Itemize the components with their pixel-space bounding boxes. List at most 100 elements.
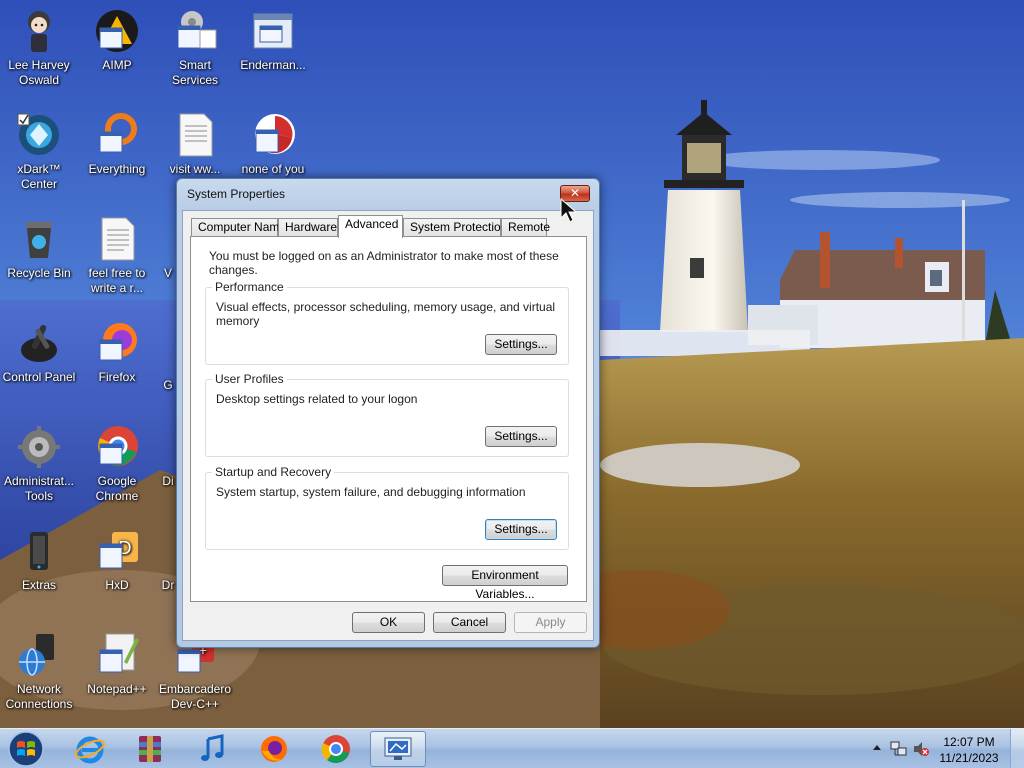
text-document-icon xyxy=(172,112,218,158)
desktop-icon-administrative-tools[interactable]: Administrat... Tools xyxy=(0,424,78,504)
desktop-icon-label: Administrat... Tools xyxy=(3,474,75,503)
group-title: Startup and Recovery xyxy=(212,465,335,479)
admin-notice: You must be logged on as an Administrato… xyxy=(209,249,559,277)
startup-recovery-settings-button[interactable]: Settings... xyxy=(485,519,557,540)
taskbar-music[interactable] xyxy=(184,731,240,767)
desktop-icon-visit[interactable]: visit ww... xyxy=(156,112,234,177)
performance-settings-button[interactable]: Settings... xyxy=(485,334,557,355)
desktop-icon-network-connections[interactable]: Network Connections xyxy=(0,632,78,712)
internet-explorer-icon xyxy=(75,736,105,764)
everything-search-icon xyxy=(94,112,140,158)
desktop-icon-xdark-center[interactable]: xDark™ Center xyxy=(0,112,78,192)
desktop-icon-firefox[interactable]: Firefox xyxy=(78,320,156,385)
firefox-icon xyxy=(94,320,140,366)
desktop-icon-label: HxD xyxy=(105,578,129,592)
notepadpp-icon xyxy=(94,632,140,678)
text-document-icon xyxy=(94,216,140,262)
desktop-icon-label: Recycle Bin xyxy=(7,266,71,280)
apply-button[interactable]: Apply xyxy=(514,612,587,633)
volume-muted-icon xyxy=(914,742,929,756)
chevron-up-icon xyxy=(873,745,881,750)
desktop-icon-label: Firefox xyxy=(98,370,136,384)
desktop-icon-lee-harvey-oswald[interactable]: Lee Harvey Oswald xyxy=(0,8,78,88)
extras-icon xyxy=(16,528,62,574)
desktop-icon-label: none of you xyxy=(241,162,305,176)
desktop-icon-recycle-bin[interactable]: Recycle Bin xyxy=(0,216,78,281)
tab-label: Advanced xyxy=(345,217,399,231)
tab-remote[interactable]: Remote xyxy=(501,218,551,237)
desktop-icon-everything[interactable]: Everything xyxy=(78,112,156,177)
hxd-icon: D xyxy=(94,528,140,574)
desktop-icon-label: Control Panel xyxy=(2,370,76,384)
network-tray-icon xyxy=(890,741,907,756)
dialog-title: System Properties xyxy=(187,187,286,201)
desktop-icon-control-panel[interactable]: Control Panel xyxy=(0,320,78,385)
tab-advanced[interactable]: Advanced xyxy=(338,215,403,238)
network-icon xyxy=(16,632,62,678)
system-properties-icon xyxy=(384,737,412,760)
desktop-icon-label: Extras xyxy=(21,578,56,592)
desktop-icon-feel-free-to-write[interactable]: feel free to write a r... xyxy=(78,216,156,296)
windows-logo-icon xyxy=(8,731,44,767)
aimp-icon xyxy=(94,8,140,54)
tab-hardware[interactable]: Hardware xyxy=(278,218,338,237)
tab-system-protection[interactable]: System Protection xyxy=(403,218,507,237)
group-title: User Profiles xyxy=(212,372,287,386)
desktop-icon-label: Google Chrome xyxy=(95,474,139,503)
cancel-button[interactable]: Cancel xyxy=(433,612,506,633)
show-hidden-icons-button[interactable] xyxy=(872,742,882,754)
anime-character-icon xyxy=(16,8,62,54)
show-desktop-button[interactable] xyxy=(1010,729,1024,768)
desktop-icon-enderman[interactable]: Enderman... xyxy=(234,8,312,73)
desktop-icon-extras[interactable]: Extras xyxy=(0,528,78,593)
gear-app-icon xyxy=(172,8,218,54)
xdark-icon xyxy=(16,112,62,158)
control-panel-icon xyxy=(16,320,62,366)
environment-variables-button[interactable]: Environment Variables... xyxy=(442,565,568,601)
desktop-icon-label: Embarcadero Dev-C++ xyxy=(158,682,232,711)
desktop-icon-google-chrome[interactable]: Google Chrome xyxy=(78,424,156,504)
start-button[interactable] xyxy=(6,730,46,768)
app-red-icon xyxy=(250,112,296,158)
tab-label: System Protection xyxy=(410,220,508,234)
volume-tray-button[interactable] xyxy=(912,740,930,758)
tab-computer-name[interactable]: Computer Name xyxy=(191,218,286,237)
system-properties-dialog[interactable]: System Properties ✕ Computer Name Hardwa… xyxy=(176,178,600,648)
desktop-icon-label: Lee Harvey Oswald xyxy=(8,58,70,87)
user-profiles-group: User Profiles Desktop settings related t… xyxy=(205,372,569,457)
desktop-icon-label: AIMP xyxy=(102,58,132,72)
startup-recovery-group: Startup and Recovery System startup, sys… xyxy=(205,465,569,550)
desktop-icon-smart-services[interactable]: Smart Services xyxy=(156,8,234,88)
dialog-body: Computer Name Hardware Advanced System P… xyxy=(182,210,594,641)
desktop-icon-none-of-you[interactable]: none of you xyxy=(234,112,312,177)
desktop-icon-aimp[interactable]: AIMP xyxy=(78,8,156,73)
desktop-icon-hxd[interactable]: D HxD xyxy=(78,528,156,593)
taskbar-system-properties[interactable] xyxy=(370,731,426,767)
network-tray-button[interactable] xyxy=(890,740,908,758)
user-profiles-settings-button[interactable]: Settings... xyxy=(485,426,557,447)
desktop-icon-label: Smart Services xyxy=(171,58,218,87)
tab-label: Hardware xyxy=(285,220,338,234)
winrar-icon xyxy=(139,736,161,762)
mouse-cursor-icon xyxy=(560,197,580,224)
tab-label: Computer Name xyxy=(198,220,287,234)
firefox-icon xyxy=(261,736,287,762)
clock-date: 11/21/2023 xyxy=(939,751,999,765)
desktop-icon-label: xDark™ Center xyxy=(17,162,61,191)
group-description: System startup, system failure, and debu… xyxy=(216,485,526,499)
desktop-icon-label: Notepad++ xyxy=(87,682,147,696)
ok-button[interactable]: OK xyxy=(352,612,425,633)
taskbar-internet-explorer[interactable] xyxy=(62,731,118,767)
group-description: Visual effects, processor scheduling, me… xyxy=(216,300,556,328)
desktop-icon-label: Network Connections xyxy=(5,682,73,711)
taskbar-winrar[interactable] xyxy=(122,731,178,767)
clock-time: 12:07 PM xyxy=(943,735,995,749)
performance-group: Performance Visual effects, processor sc… xyxy=(205,280,569,365)
taskbar-chrome[interactable] xyxy=(308,731,364,767)
tab-label: Remote xyxy=(508,220,551,234)
desktop-icon-notepadpp[interactable]: Notepad++ xyxy=(78,632,156,697)
group-description: Desktop settings related to your logon xyxy=(216,392,418,406)
clock[interactable]: 12:07 PM 11/21/2023 xyxy=(934,734,1004,766)
desktop-icon-label: Enderman... xyxy=(240,58,306,72)
taskbar-firefox[interactable] xyxy=(246,731,302,767)
